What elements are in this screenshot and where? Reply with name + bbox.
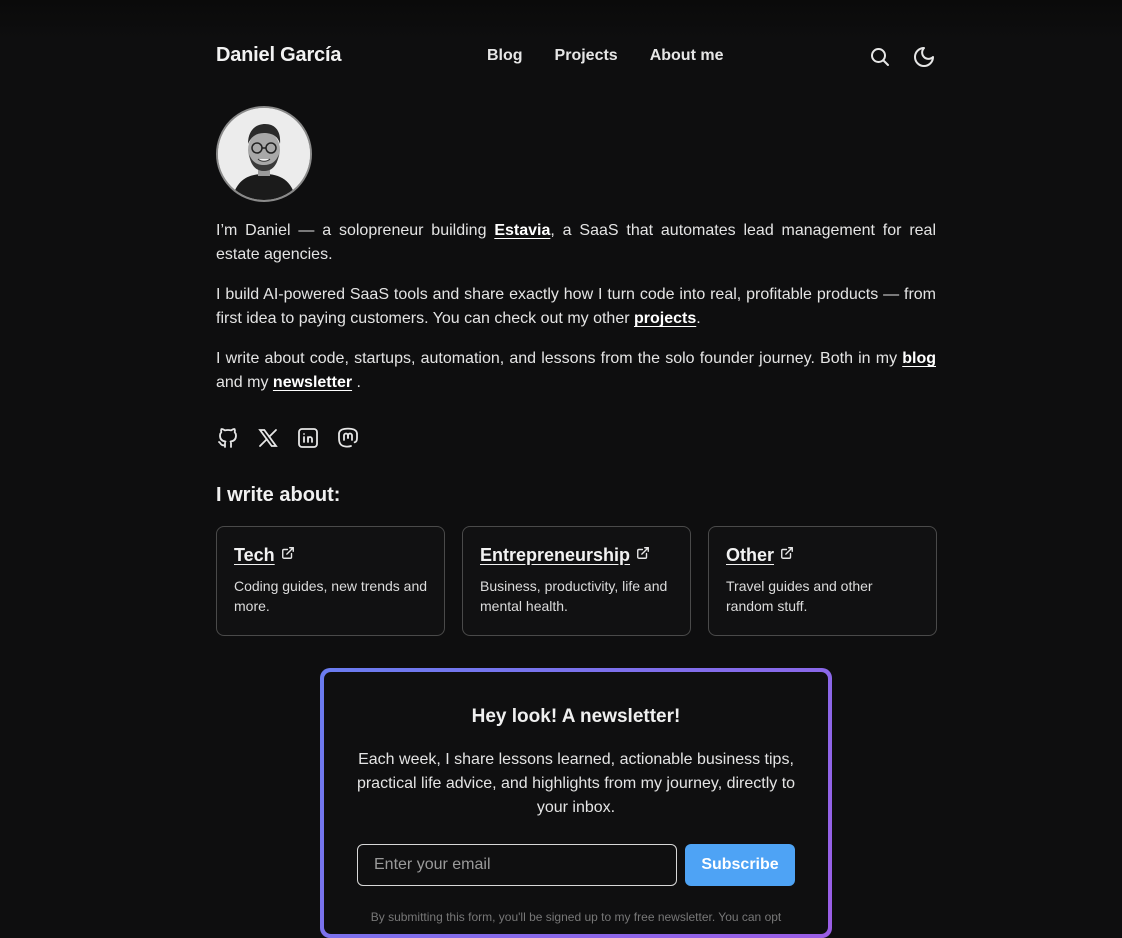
card-title-link[interactable]: Entrepreneurship [480,545,630,566]
github-icon[interactable] [216,426,240,450]
intro: I’m Daniel — a solopreneur building Esta… [216,219,936,411]
newsletter-box: Hey look! A newsletter! Each week, I sha… [320,668,832,938]
card-description: Travel guides and other random stuff. [726,578,873,614]
intro-paragraph-3: I write about code, startups, automation… [216,350,936,391]
topic-card-tech[interactable]: Tech Coding guides, new trends and more. [216,526,445,636]
main-nav: Blog Projects About me [487,47,723,65]
topic-cards: Tech Coding guides, new trends and more.… [216,526,937,636]
intro-paragraph-2: I build AI-powered SaaS tools and share … [216,286,936,327]
topic-card-other[interactable]: Other Travel guides and other random stu… [708,526,937,636]
newsletter-disclaimer: By submitting this form, you'll be signe… [370,910,782,924]
card-description: Business, productivity, life and mental … [480,578,668,614]
topic-card-entrepreneurship[interactable]: Entrepreneurship Business, productivity,… [462,526,691,636]
intro-paragraph-1: I’m Daniel — a solopreneur building Esta… [216,222,936,263]
newsletter-link[interactable]: newsletter [273,374,352,391]
moon-icon[interactable] [912,45,936,69]
card-description: Coding guides, new trends and more. [234,578,428,614]
newsletter-form: Subscribe [324,844,828,886]
newsletter-title: Hey look! A newsletter! [471,706,681,727]
top-bar-background [0,0,1122,40]
x-icon[interactable] [256,426,280,450]
external-link-icon [780,546,794,565]
card-title-link[interactable]: Other [726,545,774,566]
linkedin-icon[interactable] [296,426,320,450]
search-icon[interactable] [868,45,892,69]
email-input[interactable] [357,844,677,886]
site-header: Daniel García Blog Projects About me [216,36,936,76]
social-links [216,426,360,450]
nav-projects[interactable]: Projects [555,47,618,65]
card-title-link[interactable]: Tech [234,545,275,566]
external-link-icon [281,546,295,565]
newsletter-description: Each week, I share lessons learned, acti… [356,751,796,816]
projects-link[interactable]: projects [634,310,696,327]
site-title[interactable]: Daniel García [216,44,341,67]
estavia-link[interactable]: Estavia [494,222,550,239]
header-actions [868,45,936,69]
nav-blog[interactable]: Blog [487,47,523,65]
subscribe-button[interactable]: Subscribe [685,844,795,886]
mastodon-icon[interactable] [336,426,360,450]
blog-link[interactable]: blog [902,350,936,367]
external-link-icon [636,546,650,565]
nav-about-me[interactable]: About me [650,47,724,65]
avatar [216,106,312,202]
write-about-title: I write about: [216,484,341,506]
